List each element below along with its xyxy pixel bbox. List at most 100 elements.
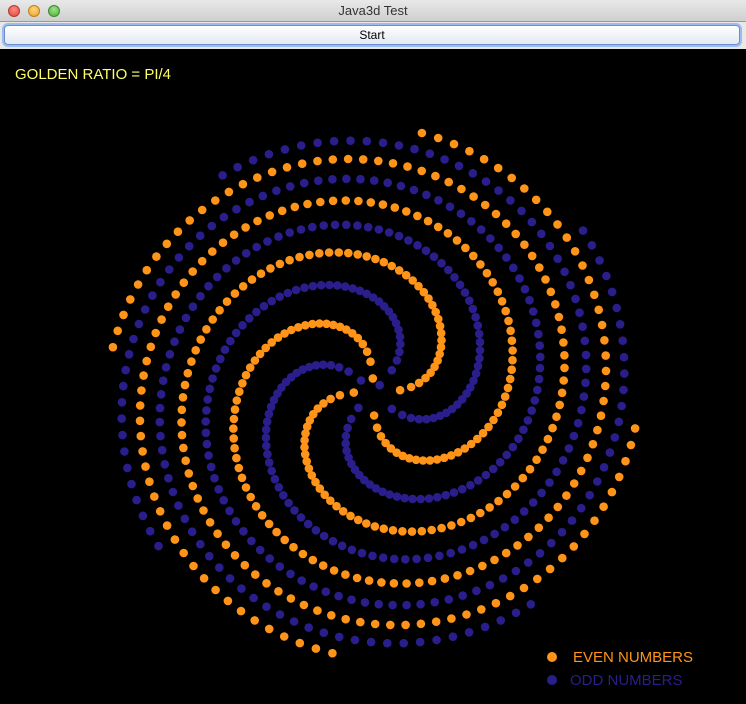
even-number-dot: [555, 400, 564, 410]
even-number-dot: [626, 440, 636, 450]
odd-number-dot: [401, 555, 410, 564]
odd-number-dot: [129, 334, 138, 344]
even-number-dot: [356, 617, 365, 627]
odd-number-dot: [285, 182, 295, 191]
odd-number-dot: [303, 519, 313, 529]
odd-number-dot: [284, 498, 293, 508]
odd-number-dot: [534, 374, 544, 384]
odd-number-dot: [602, 271, 611, 281]
even-number-dot: [238, 379, 247, 388]
even-number-dot: [493, 287, 503, 297]
even-number-dot: [211, 196, 220, 205]
odd-number-dot: [362, 136, 372, 146]
even-number-dot: [601, 381, 610, 391]
odd-number-dot: [201, 417, 210, 426]
odd-number-dot: [206, 462, 216, 472]
even-number-dot: [490, 555, 499, 565]
even-number-dot: [308, 555, 318, 565]
odd-number-dot: [134, 319, 144, 329]
even-number-dot: [466, 513, 476, 523]
even-number-dot: [250, 356, 260, 365]
odd-number-dot: [245, 314, 254, 323]
even-number-dot: [229, 414, 239, 424]
even-number-dot: [188, 481, 198, 491]
odd-number-dot: [342, 220, 351, 230]
even-number-dot: [238, 282, 248, 291]
even-legend-dot: [547, 652, 557, 662]
even-number-dot: [478, 561, 487, 571]
even-number-dot: [630, 424, 640, 433]
odd-number-dot: [356, 174, 365, 184]
odd-number-dot: [300, 283, 309, 293]
even-number-dot: [184, 469, 194, 478]
odd-number-dot: [214, 485, 223, 494]
odd-number-dot: [564, 444, 574, 453]
even-number-dot: [230, 551, 240, 560]
odd-number-dot: [416, 599, 425, 609]
even-number-dot: [285, 255, 294, 265]
odd-number-dot: [481, 177, 491, 186]
even-number-dot: [324, 248, 334, 257]
even-number-dot: [316, 197, 325, 207]
even-number-dot: [406, 382, 416, 392]
odd-number-dot: [383, 178, 393, 188]
even-number-dot: [108, 342, 118, 352]
even-number-dot: [251, 502, 261, 511]
odd-number-dot: [374, 599, 384, 609]
odd-number-dot: [398, 410, 407, 420]
odd-number-dot: [537, 488, 546, 498]
odd-number-dot: [330, 220, 340, 230]
odd-number-dot: [567, 516, 577, 525]
even-number-dot: [431, 617, 441, 626]
odd-number-dot: [523, 416, 533, 425]
odd-number-dot: [525, 295, 534, 305]
even-number-dot: [469, 251, 478, 261]
even-number-dot: [272, 527, 281, 537]
odd-number-dot: [286, 569, 295, 579]
odd-number-dot: [473, 361, 483, 371]
even-number-dot: [329, 566, 339, 575]
even-number-dot: [252, 173, 262, 182]
even-number-dot: [171, 290, 180, 299]
odd-number-dot: [490, 529, 499, 539]
odd-number-dot: [165, 265, 174, 274]
odd-number-dot: [536, 352, 545, 362]
odd-number-dot: [360, 598, 370, 607]
odd-number-dot: [263, 237, 272, 246]
odd-number-dot: [219, 496, 228, 505]
even-number-dot: [600, 336, 609, 345]
odd-number-dot: [530, 396, 540, 405]
even-number-dot: [457, 184, 466, 194]
odd-number-dot: [334, 591, 343, 601]
odd-number-dot: [560, 267, 569, 277]
odd-number-dot: [296, 513, 306, 522]
even-number-dot: [449, 139, 459, 149]
even-number-dot: [138, 447, 147, 456]
odd-number-dot: [580, 336, 590, 346]
even-number-dot: [267, 167, 277, 177]
even-number-dot: [562, 491, 571, 500]
odd-number-dot: [526, 600, 536, 609]
even-number-dot: [358, 155, 368, 164]
even-number-dot: [413, 211, 422, 221]
even-number-dot: [497, 297, 507, 306]
odd-number-dot: [344, 367, 353, 376]
even-number-dot: [230, 443, 239, 453]
odd-number-dot: [465, 296, 474, 306]
even-legend-label: EVEN NUMBERS: [573, 649, 694, 666]
odd-number-dot: [408, 494, 417, 504]
even-number-dot: [552, 412, 561, 422]
even-number-dot: [485, 503, 494, 512]
odd-number-dot: [347, 545, 357, 555]
odd-number-dot: [384, 228, 394, 237]
even-number-dot: [533, 574, 542, 584]
even-number-dot: [576, 466, 586, 476]
even-number-dot: [202, 325, 211, 334]
odd-number-dot: [456, 209, 466, 218]
even-number-dot: [199, 574, 209, 583]
even-number-dot: [544, 513, 553, 522]
even-number-dot: [327, 611, 336, 620]
odd-number-dot: [502, 253, 511, 262]
even-number-dot: [286, 594, 296, 603]
odd-number-dot: [535, 341, 544, 350]
